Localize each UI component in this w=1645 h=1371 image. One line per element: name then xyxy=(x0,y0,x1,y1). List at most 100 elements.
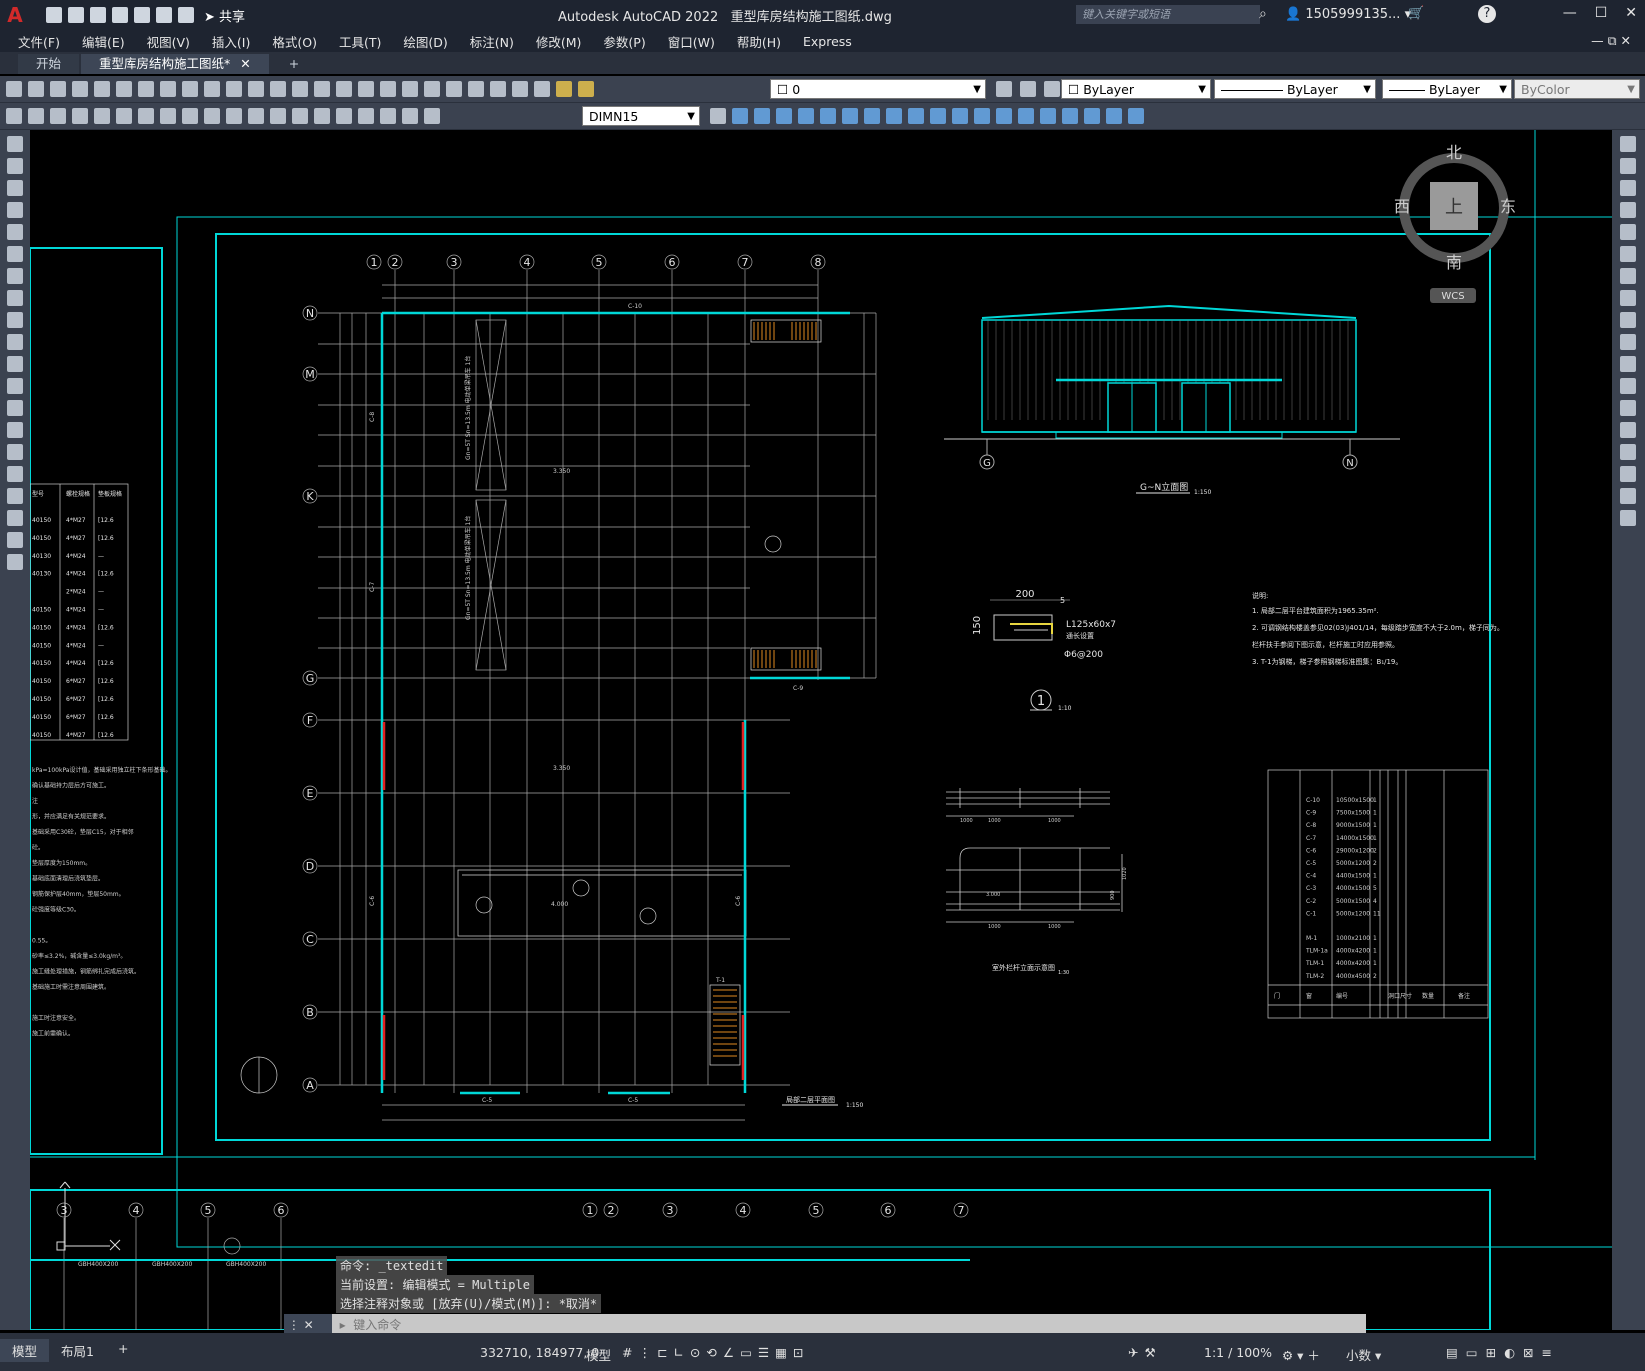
calculator-icon[interactable] xyxy=(490,81,506,97)
stretch-icon[interactable] xyxy=(908,108,924,124)
status-tool-icons[interactable]: #⋮⊏∟⊙⟲∠▭☰▦⊡ xyxy=(622,1345,809,1360)
fillet-side-icon[interactable] xyxy=(1620,466,1636,482)
radius-dim-icon[interactable] xyxy=(94,108,110,124)
polygon-icon[interactable] xyxy=(7,202,23,218)
layer-dropdown[interactable]: ☐ 0 ▼ xyxy=(770,79,986,99)
annotation-scale[interactable]: 1:1 / 100% xyxy=(1204,1345,1272,1360)
viewcube-top[interactable]: 上 xyxy=(1445,197,1463,218)
gradient-icon[interactable] xyxy=(7,466,23,482)
menu-view[interactable]: 视图(V) xyxy=(147,32,190,51)
zoom-window-icon[interactable] xyxy=(336,81,352,97)
menu-window[interactable]: 窗口(W) xyxy=(668,32,715,51)
ellipse-arc-icon[interactable] xyxy=(7,356,23,372)
units-dropdown[interactable]: 小数 ▾ xyxy=(1346,1345,1381,1364)
jogged-dim-icon[interactable] xyxy=(116,108,132,124)
move-icon[interactable] xyxy=(842,108,858,124)
plotstyle-dropdown[interactable]: ByColor ▼ xyxy=(1514,79,1640,99)
viewcube-east[interactable]: 东 xyxy=(1500,197,1516,216)
tolerance-icon[interactable] xyxy=(292,108,308,124)
publish-icon[interactable] xyxy=(116,81,132,97)
match-properties-icon[interactable] xyxy=(204,81,220,97)
tab-add-layout[interactable]: + xyxy=(106,1339,140,1362)
dim-text-edit-icon[interactable] xyxy=(402,108,418,124)
dim-break-icon[interactable] xyxy=(270,108,286,124)
join-side-icon[interactable] xyxy=(1620,422,1636,438)
new-file-icon[interactable] xyxy=(6,81,22,97)
help-icon[interactable]: ? xyxy=(1478,5,1496,23)
tool-palettes-icon[interactable] xyxy=(424,81,440,97)
menu-modify[interactable]: 修改(M) xyxy=(536,32,582,51)
offset-icon[interactable] xyxy=(798,108,814,124)
search-input[interactable]: 键入关键字或短语 xyxy=(1076,5,1260,24)
mirror-icon[interactable] xyxy=(776,108,792,124)
status-right-icons[interactable]: ▤▭⊞◐⊠≡ xyxy=(1446,1345,1560,1360)
linetype-dropdown[interactable]: ByLayer ▼ xyxy=(1214,79,1376,99)
explode-icon[interactable] xyxy=(1062,108,1078,124)
extend-side-icon[interactable] xyxy=(1620,356,1636,372)
hatch-icon[interactable] xyxy=(7,444,23,460)
extend-icon[interactable] xyxy=(952,108,968,124)
revcloud-icon[interactable] xyxy=(7,290,23,306)
offset-side-icon[interactable] xyxy=(1620,202,1636,218)
diameter-dim-icon[interactable] xyxy=(138,108,154,124)
plot-icon[interactable] xyxy=(134,7,150,23)
new-tab-button[interactable]: + xyxy=(271,54,317,74)
arc-icon[interactable] xyxy=(7,246,23,262)
settings-icon[interactable]: ⚙ ▾ ＋ xyxy=(1282,1345,1320,1364)
join-icon[interactable] xyxy=(996,108,1012,124)
construction-line-icon[interactable] xyxy=(7,158,23,174)
break-side-icon[interactable] xyxy=(1620,400,1636,416)
coordinate-readout[interactable]: 332710, 184977, 0 xyxy=(480,1345,599,1360)
array-side-icon[interactable] xyxy=(1620,224,1636,240)
tab-model[interactable]: 模型 xyxy=(0,1339,50,1362)
properties-icon[interactable] xyxy=(380,81,396,97)
save-file-icon[interactable] xyxy=(50,81,66,97)
user-account[interactable]: 👤 1505999135... ▾ xyxy=(1285,7,1411,22)
dim-update-icon[interactable] xyxy=(424,108,440,124)
zoom-realtime-icon[interactable] xyxy=(314,81,330,97)
rotate-side-icon[interactable] xyxy=(1620,268,1636,284)
mtext-icon[interactable] xyxy=(7,510,23,526)
aligned-dim-icon[interactable] xyxy=(28,108,44,124)
fillet-icon[interactable] xyxy=(1040,108,1056,124)
line-icon[interactable] xyxy=(7,136,23,152)
undo-tool-icon[interactable] xyxy=(248,81,264,97)
layer-previous-icon[interactable] xyxy=(1020,81,1036,97)
zoom-previous-icon[interactable] xyxy=(358,81,374,97)
trim-icon[interactable] xyxy=(930,108,946,124)
scale-icon[interactable] xyxy=(886,108,902,124)
blend-side-icon[interactable] xyxy=(1620,488,1636,504)
tab-start[interactable]: 开始 xyxy=(18,54,80,74)
viewcube-south[interactable]: 南 xyxy=(1446,253,1462,272)
viewcube[interactable]: 上 北 南 东 西 WCS xyxy=(1394,143,1516,303)
menu-format[interactable]: 格式(O) xyxy=(272,32,317,51)
block-editor-icon[interactable] xyxy=(226,81,242,97)
open-file-icon[interactable] xyxy=(28,81,44,97)
dim-space-icon[interactable] xyxy=(248,108,264,124)
break-point-icon[interactable] xyxy=(1620,378,1636,394)
model-space-toggle[interactable]: 模型 xyxy=(586,1345,611,1364)
menu-edit[interactable]: 编辑(E) xyxy=(82,32,125,51)
new-icon[interactable] xyxy=(46,7,62,23)
dimstyle-icon[interactable] xyxy=(710,108,726,124)
drawing-canvas[interactable]: 上 北 南 东 西 WCS 1 2 3 4 5 6 7 8 N M K G F … xyxy=(29,130,1628,1331)
spline-icon[interactable] xyxy=(7,312,23,328)
draworder-icon[interactable] xyxy=(1084,108,1100,124)
continue-dim-icon[interactable] xyxy=(226,108,242,124)
drawing-svg[interactable]: 上 北 南 东 西 WCS 1 2 3 4 5 6 7 8 N M K G F … xyxy=(29,130,1628,1331)
copy-icon[interactable] xyxy=(160,81,176,97)
stretch-side-icon[interactable] xyxy=(1620,312,1636,328)
explode-side-icon[interactable] xyxy=(1620,510,1636,526)
open-icon[interactable] xyxy=(68,7,84,23)
design-center-icon[interactable] xyxy=(402,81,418,97)
lineweight-dropdown[interactable]: ByLayer ▼ xyxy=(1382,79,1512,99)
layer-sun-icon[interactable] xyxy=(578,81,594,97)
preview-icon[interactable] xyxy=(94,81,110,97)
sheet-set-icon[interactable] xyxy=(446,81,462,97)
viewcube-north[interactable]: 北 xyxy=(1446,143,1462,162)
rectangle-icon[interactable] xyxy=(7,224,23,240)
group-icon[interactable] xyxy=(1106,108,1122,124)
make-block-icon[interactable] xyxy=(7,400,23,416)
redo-icon[interactable] xyxy=(178,7,194,23)
cut-icon[interactable] xyxy=(138,81,154,97)
